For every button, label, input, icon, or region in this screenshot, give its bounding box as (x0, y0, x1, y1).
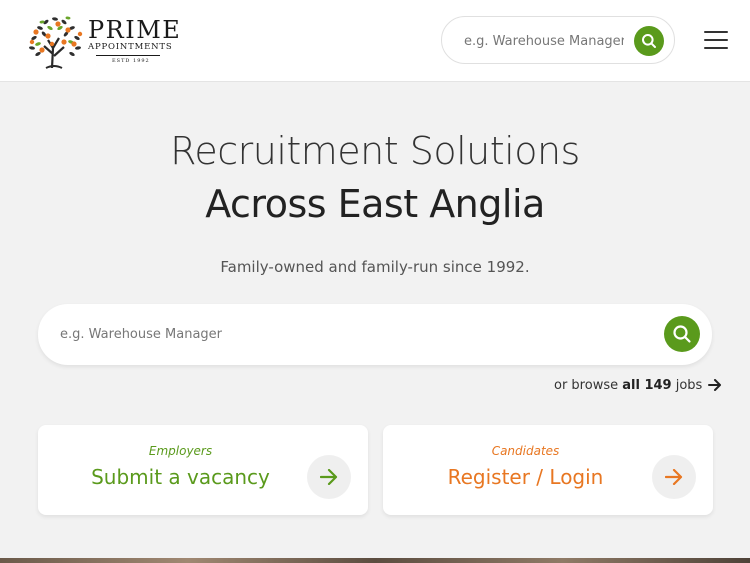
site-header: PRIME APPOINTMENTS ESTD 1992 (0, 0, 750, 82)
search-icon (642, 34, 656, 48)
browse-all-jobs-link[interactable]: or browse all 149 jobs (554, 377, 722, 395)
hamburger-menu-icon[interactable] (704, 30, 728, 50)
brand-name: PRIME (88, 16, 182, 44)
brand-sub: APPOINTMENTS (88, 42, 173, 52)
search-icon (673, 325, 691, 343)
candidates-kicker: Candidates (491, 444, 560, 458)
brand-estd: ESTD 1992 (112, 58, 150, 64)
employers-arrow-button[interactable] (307, 455, 351, 499)
submit-vacancy-title: Submit a vacancy (91, 465, 270, 489)
browse-count: all 149 (622, 378, 672, 393)
main-search-input[interactable] (60, 322, 620, 346)
hero-title-line2: Across East Anglia (205, 182, 545, 226)
browse-prefix: or browse (554, 378, 623, 393)
orange-tree-icon (29, 16, 83, 69)
hero-title-line1: Recruitment Solutions (170, 129, 580, 173)
arrow-right-icon (665, 469, 683, 485)
candidates-card[interactable]: Candidates Register / Login (383, 425, 713, 515)
register-login-title: Register / Login (447, 465, 604, 489)
arrow-right-icon (708, 378, 722, 391)
header-search-button[interactable] (634, 26, 664, 56)
header-search-input[interactable] (464, 29, 624, 53)
browse-suffix: jobs (671, 378, 703, 393)
candidates-arrow-button[interactable] (652, 455, 696, 499)
main-search-bar (38, 304, 712, 365)
header-search-bar (441, 16, 675, 64)
brand-rule (96, 55, 160, 56)
main-search-button[interactable] (664, 316, 700, 352)
employers-card[interactable]: Employers Submit a vacancy (38, 425, 368, 515)
hero-tagline: Family-owned and family-run since 1992. (220, 258, 530, 276)
brand-logo[interactable]: PRIME APPOINTMENTS ESTD 1992 (24, 14, 184, 70)
hero-image-strip (0, 558, 750, 563)
arrow-right-icon (320, 469, 338, 485)
employers-kicker: Employers (148, 444, 213, 458)
